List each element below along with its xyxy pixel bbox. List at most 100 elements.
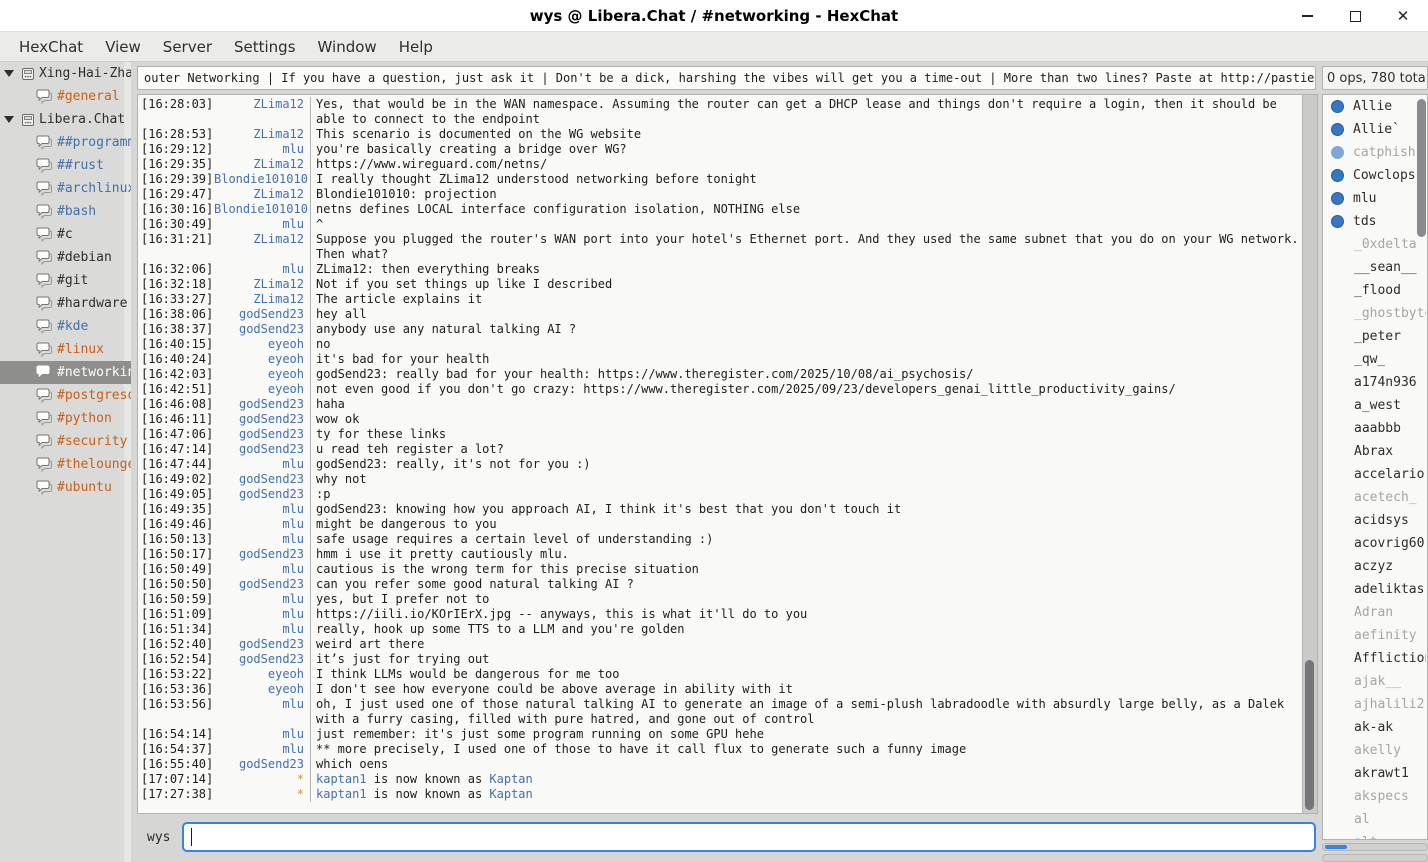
nick: godSend23 (214, 637, 310, 652)
timestamp: [16:47:06] (138, 427, 214, 442)
user-row-akspecs[interactable]: akspecs (1323, 785, 1427, 808)
userlist-hscrollbar-2[interactable] (1322, 854, 1428, 862)
expander-icon[interactable] (4, 116, 14, 123)
user-row-al[interactable]: al (1323, 808, 1427, 831)
topic-bar[interactable]: outer Networking | If you have a questio… (137, 66, 1316, 90)
message-row: [16:50:50]godSend23can you refer some go… (138, 577, 1302, 592)
message-text: you're basically creating a bridge over … (310, 142, 1302, 157)
user-row-allie[interactable]: Allie (1323, 95, 1427, 118)
tree-channel--archlinux[interactable]: #archlinux (0, 177, 131, 200)
tree-channel--c[interactable]: #c (0, 223, 131, 246)
tree-channel--rust[interactable]: ##rust (0, 154, 131, 177)
tree-channel--linux[interactable]: #linux (0, 338, 131, 361)
user-row-acetech-[interactable]: acetech_ (1323, 486, 1427, 509)
user-row-ak-ak[interactable]: ak-ak (1323, 716, 1427, 739)
menu-server[interactable]: Server (154, 35, 221, 59)
expander-icon[interactable] (4, 70, 14, 77)
tree-item-label: #c (57, 227, 73, 242)
timestamp: [17:07:14] (138, 772, 214, 787)
user-row--sean-[interactable]: __sean__ (1323, 256, 1427, 279)
nick: godSend23 (214, 757, 310, 772)
menu-help[interactable]: Help (390, 35, 442, 59)
user-row-acidsys[interactable]: acidsys (1323, 509, 1427, 532)
user-row-ajak-[interactable]: ajak__ (1323, 670, 1427, 693)
user-row-a-west[interactable]: a_west (1323, 394, 1427, 417)
tree-channel--general[interactable]: #general (0, 85, 131, 108)
user-row-mlu[interactable]: mlu (1323, 187, 1427, 210)
tree-channel--networking[interactable]: #networking (0, 361, 131, 384)
tree-channel--hardware[interactable]: #hardware (0, 292, 131, 315)
minimize-button[interactable] (1296, 5, 1318, 27)
user-row-accelario[interactable]: accelario (1323, 463, 1427, 486)
userlist-scrollbar-thumb[interactable] (1417, 99, 1426, 237)
user-row-cowclops-[interactable]: Cowclops` (1323, 164, 1427, 187)
tree-server-libera-chat[interactable]: Libera.Chat (0, 108, 131, 131)
tree-channel--thelounge[interactable]: #thelounge (0, 453, 131, 476)
menu-settings[interactable]: Settings (225, 35, 305, 59)
user-row-allie-[interactable]: Allie` (1323, 118, 1427, 141)
user-name: catphish (1353, 145, 1416, 160)
user-status-dot-icon (1331, 192, 1344, 205)
user-row-aczyz[interactable]: aczyz (1323, 555, 1427, 578)
message-text: really, hook up some TTS to a LLM and yo… (310, 622, 1302, 637)
tree-channel--security[interactable]: #security (0, 430, 131, 453)
close-button[interactable]: ✕ (1392, 5, 1414, 27)
menu-hexchat[interactable]: HexChat (10, 35, 92, 59)
userlist-hscrollbar-thumb[interactable] (1325, 845, 1347, 849)
user-row--qw-[interactable]: _qw_ (1323, 348, 1427, 371)
user-row-a174n936[interactable]: a174n936 (1323, 371, 1427, 394)
message-row: [16:42:51]eyeohnot even good if you don'… (138, 382, 1302, 397)
tree-item-label: #debian (57, 250, 112, 265)
userlist-hscrollbar[interactable] (1322, 843, 1428, 851)
menu-view[interactable]: View (96, 35, 150, 59)
user-row-ajhalili2[interactable]: ajhalili2 (1323, 693, 1427, 716)
user-row-akrawt1[interactable]: akrawt1 (1323, 762, 1427, 785)
user-name: Cowclops` (1353, 168, 1423, 183)
tree-channel--bash[interactable]: #bash (0, 200, 131, 223)
message-input[interactable] (182, 822, 1316, 852)
message-text: ty for these links (310, 427, 1302, 442)
chat-scrollbar-track[interactable] (1302, 95, 1317, 813)
user-row--0xdelta[interactable]: _0xdelta (1323, 233, 1427, 256)
user-row-aaabbb[interactable]: aaabbb (1323, 417, 1427, 440)
user-row-akelly[interactable]: akelly (1323, 739, 1427, 762)
user-name: accelario (1354, 467, 1424, 482)
chat-area: [16:28:03]ZLima12Yes, that would be in t… (137, 94, 1318, 814)
user-row--flood[interactable]: _flood (1323, 279, 1427, 302)
timestamp: [16:29:47] (138, 187, 214, 202)
userlist-column: 0 ops, 780 total AllieAllie`catphishCowc… (1322, 62, 1428, 862)
tree-channel--git[interactable]: #git (0, 269, 131, 292)
user-row--ghostbyte[interactable]: _ghostbyte (1323, 302, 1427, 325)
tree-channel--kde[interactable]: #kde (0, 315, 131, 338)
chat-bubble-icon (36, 158, 53, 173)
user-row-abrax[interactable]: Abrax (1323, 440, 1427, 463)
user-row-tds[interactable]: tds (1323, 210, 1427, 233)
user-row-adeliktas[interactable]: adeliktas (1323, 578, 1427, 601)
tree-channel--ubuntu[interactable]: #ubuntu (0, 476, 131, 499)
user-row-catphish[interactable]: catphish (1323, 141, 1427, 164)
user-row-alt[interactable]: alt (1323, 831, 1427, 840)
tree-channel--postgresql[interactable]: #postgresql (0, 384, 131, 407)
user-row-acovrig60[interactable]: acovrig60 (1323, 532, 1427, 555)
menu-window[interactable]: Window (309, 35, 386, 59)
user-row-aefinity[interactable]: aefinity (1323, 624, 1427, 647)
nick: ZLima12 (214, 97, 310, 127)
user-row--peter[interactable]: _peter (1323, 325, 1427, 348)
chat-scrollbar-thumb[interactable] (1305, 660, 1314, 810)
tree-server-xing-hai-zhan[interactable]: Xing-Hai-Zhan (0, 62, 131, 85)
nick: godSend23 (214, 547, 310, 562)
nick: mlu (214, 742, 310, 757)
maximize-button[interactable] (1344, 5, 1366, 27)
message-row: [16:51:34]mlureally, hook up some TTS to… (138, 622, 1302, 637)
user-row-adran[interactable]: Adran (1323, 601, 1427, 624)
user-name: aefinity (1354, 628, 1417, 643)
user-row-affliction[interactable]: Affliction (1323, 647, 1427, 670)
tree-channel--programming[interactable]: ##programming (0, 131, 131, 154)
chat-bubble-icon (36, 273, 53, 288)
nick: godSend23 (214, 577, 310, 592)
message-text: kaptan1 is now known as Kaptan (310, 787, 1302, 802)
tree-channel--debian[interactable]: #debian (0, 246, 131, 269)
tree-channel--python[interactable]: #python (0, 407, 131, 430)
message-row: [16:55:40]godSend23which oens (138, 757, 1302, 772)
message-text: which oens (310, 757, 1302, 772)
